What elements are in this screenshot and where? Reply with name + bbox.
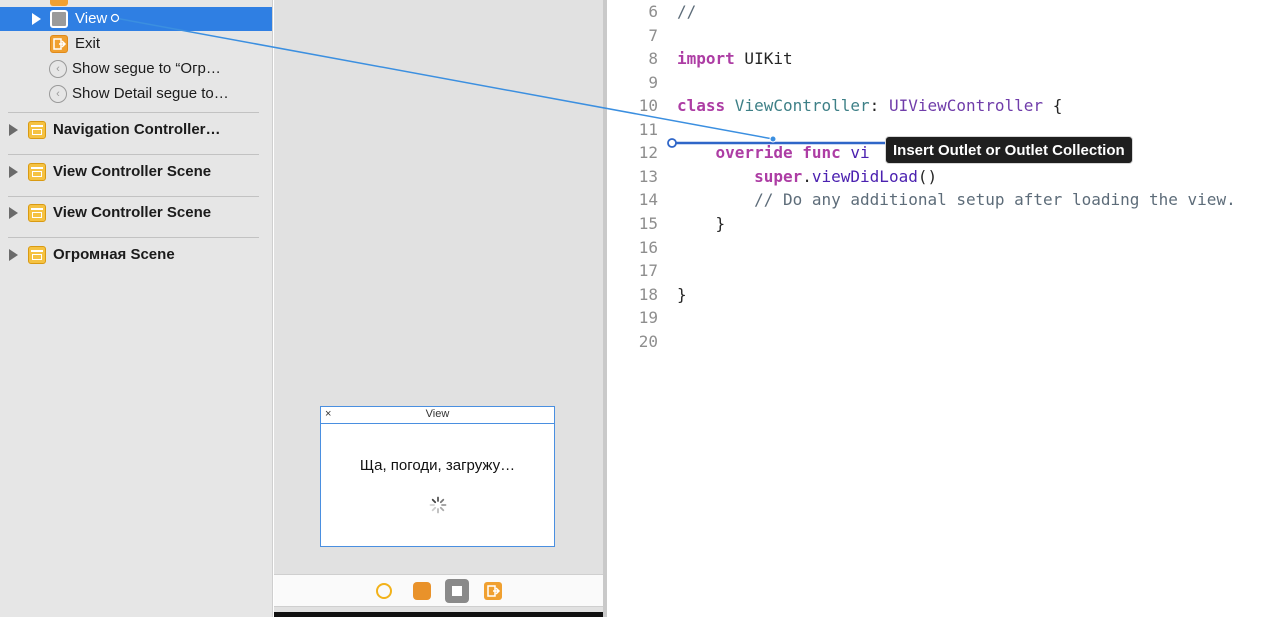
keyword: override [715,143,793,162]
exit-icon [50,35,68,53]
outline-item-label: Exit [75,35,101,52]
line-number: 20 [638,332,658,351]
code-line: import UIKit [677,49,793,68]
keyword: func [802,143,841,162]
line-number: 17 [638,261,658,280]
scene-label: Navigation Controller… [53,121,221,138]
divider [8,154,259,155]
scene-row-navigation-controller[interactable]: Navigation Controller… [0,118,272,142]
line-number: 10 [638,96,658,115]
scene-dock [274,574,603,607]
keyword: super [754,167,803,186]
code-line: super.viewDidLoad() [677,167,937,186]
view-square-icon [50,10,68,28]
first-responder-icon [50,0,68,6]
view-square-icon[interactable] [445,579,469,603]
scene-row-view-controller[interactable]: View Controller Scene [0,160,272,184]
line-number: 7 [648,26,658,45]
punctuation: : [869,96,889,115]
line-number: 6 [648,2,658,21]
scene-row-view-controller[interactable]: View Controller Scene [0,201,272,225]
outline-item-label: View [75,10,108,27]
segue-icon: ‹ [49,85,67,103]
keyword: class [677,96,726,115]
disclosure-triangle-icon[interactable] [9,249,18,261]
code-line: override func vi [677,143,870,162]
line-number: 14 [638,190,658,209]
loading-message: Ща, погоди, загружу… [359,457,516,474]
class-name: ViewController [725,96,870,115]
code-comment: // Do any additional setup after loading… [677,190,1236,209]
disclosure-triangle-icon[interactable] [9,124,18,136]
disclosure-triangle-icon[interactable] [9,207,18,219]
punctuation: () [917,167,938,186]
code-line: } [677,285,687,304]
preview-titlebar: × View [321,407,554,424]
outline-item-exit[interactable]: Exit [0,32,272,56]
view-preview[interactable]: × View Ща, погоди, загружу… [320,406,555,547]
divider [8,112,259,113]
scene-label: View Controller Scene [53,163,212,180]
segue-icon: ‹ [49,60,67,78]
document-outline: View Exit ‹ Show segue to “Огр… ‹ Show D… [0,0,273,617]
disclosure-triangle-icon[interactable] [32,13,41,25]
outline-item-label: Show segue to “Огр… [72,60,221,77]
module-name: UIKit [734,49,793,68]
storyboard-canvas[interactable]: × View Ща, погоди, загружу… [274,0,603,617]
code-line: // [677,2,697,21]
scene-clapper-icon [28,163,46,181]
line-number: 13 [638,167,658,186]
line-number: 18 [638,285,658,304]
outline-item-view[interactable]: View [0,7,272,31]
scene-clapper-icon [28,246,46,264]
scene-clapper-icon [28,204,46,222]
view-controller-icon[interactable] [376,583,392,599]
activity-indicator-icon [429,496,447,514]
punctuation: . [802,167,812,186]
function-name: vi [840,143,870,162]
outline-item-label: Show Detail segue to… [72,85,229,102]
first-responder-icon[interactable] [413,582,431,600]
punctuation: { [1043,96,1063,115]
code-editor[interactable]: 6 7 8 9 10 11 12 13 14 15 16 17 18 19 20… [607,0,1280,617]
code-line: } [677,214,726,233]
line-number: 19 [638,308,658,327]
canvas-edge [274,612,603,617]
insert-outlet-tooltip: Insert Outlet or Outlet Collection [885,136,1133,164]
line-number: 11 [638,120,658,139]
divider [8,196,259,197]
scene-clapper-icon [28,121,46,139]
scene-row-ogromnaya[interactable]: Огромная Scene [0,243,272,267]
scene-label: View Controller Scene [53,204,212,221]
line-number: 15 [638,214,658,233]
disclosure-triangle-icon[interactable] [9,166,18,178]
keyword: import [677,49,735,68]
line-number: 12 [638,143,658,162]
exit-icon[interactable] [484,582,502,600]
line-number: 16 [638,238,658,257]
outline-item-segue[interactable]: ‹ Show segue to “Огр… [0,57,272,81]
method-call: viewDidLoad [811,167,918,186]
line-number: 9 [648,73,658,92]
code-line: class ViewController: UIViewController { [677,96,1062,115]
preview-title: View [425,408,450,420]
divider [8,237,259,238]
outline-item-detail-segue[interactable]: ‹ Show Detail segue to… [0,82,272,106]
scene-label: Огромная Scene [53,246,175,263]
line-number: 8 [648,49,658,68]
close-icon[interactable]: × [325,407,331,422]
superclass-name: UIViewController [888,96,1044,115]
